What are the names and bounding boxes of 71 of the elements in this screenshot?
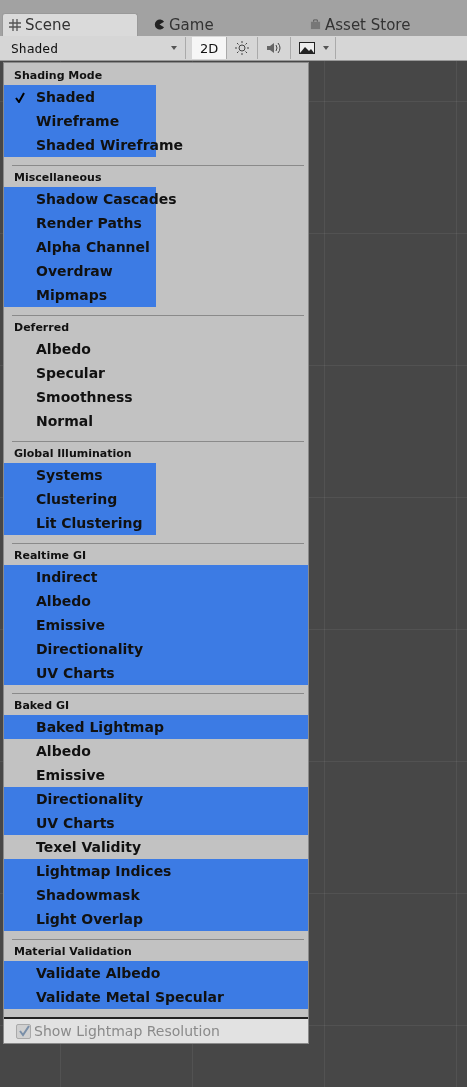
tab[interactable]: Asset Store xyxy=(274,13,454,36)
menu-item[interactable]: UV Charts xyxy=(4,811,308,835)
menu-item-label: Specular xyxy=(36,365,105,381)
draw-mode-dropdown[interactable]: Shaded xyxy=(0,37,186,59)
menu-item-label: Shaded xyxy=(36,89,96,105)
option-label: Show Lightmap Resolution xyxy=(34,1023,220,1039)
menu-item[interactable]: Emissive xyxy=(4,613,308,637)
menu-item-label: Overdraw xyxy=(36,263,113,279)
menu-item[interactable]: Directionality xyxy=(4,637,308,661)
menu-item-label: UV Charts xyxy=(36,815,115,831)
menu-item-label: Light Overlap xyxy=(36,911,143,927)
menu-item-label: Render Paths xyxy=(36,215,142,231)
menu-item-label: Albedo xyxy=(36,341,91,357)
menu-item[interactable]: Shadowmask xyxy=(4,883,308,907)
menu-item[interactable]: Emissive xyxy=(4,763,308,787)
section-heading: Global Illumination xyxy=(13,446,133,462)
section-heading: Deferred xyxy=(13,320,71,336)
menu-item[interactable]: Light Overlap xyxy=(4,907,308,931)
menu-item-label: Texel Validity xyxy=(36,839,142,855)
menu-item-label: Albedo xyxy=(36,593,91,609)
menu-item-label: Lit Clustering xyxy=(36,515,143,531)
caret-icon xyxy=(171,46,177,50)
bag-icon xyxy=(310,19,321,30)
2d-toggle[interactable]: 2D xyxy=(192,37,228,59)
caret-icon xyxy=(323,46,330,50)
menu-item-label: Mipmaps xyxy=(36,287,108,303)
menu-item[interactable]: Validate Albedo xyxy=(4,961,308,985)
pacman-icon xyxy=(154,19,165,30)
menu-item[interactable]: Baked Lightmap xyxy=(4,715,308,739)
menu-item[interactable]: Smoothness xyxy=(4,385,308,409)
menu-item-label: UV Charts xyxy=(36,665,115,681)
menu-item-label: Directionality xyxy=(36,791,144,807)
menu-item-label: Alpha Channel xyxy=(36,239,150,255)
menu-item-label: Validate Metal Specular xyxy=(36,989,224,1005)
section-heading: Baked GI xyxy=(13,698,71,714)
menu-item-label: Baked Lightmap xyxy=(36,719,164,735)
menu-item-label: Smoothness xyxy=(36,389,133,405)
menu-item[interactable]: Validate Metal Specular xyxy=(4,985,308,1009)
menu-item-label: Lightmap Indices xyxy=(36,863,172,879)
checkmark-icon xyxy=(17,1025,30,1037)
section-heading: Miscellaneous xyxy=(13,170,103,186)
menu-item-label: Wireframe xyxy=(36,113,120,129)
tab[interactable]: Game xyxy=(138,13,274,36)
menu-item-label: Albedo xyxy=(36,743,91,759)
menu-item[interactable]: Albedo xyxy=(4,589,308,613)
menu-item[interactable]: UV Charts xyxy=(4,661,308,685)
menu-item[interactable]: Directionality xyxy=(4,787,308,811)
menu-item[interactable]: Specular xyxy=(4,361,308,385)
tab[interactable]: Scene xyxy=(2,13,138,36)
menu-item-label: Indirect xyxy=(36,569,98,585)
speaker-icon xyxy=(266,41,283,55)
section-heading: Shading Mode xyxy=(13,68,104,84)
menu-item[interactable]: Lightmap Indices xyxy=(4,859,308,883)
grid-icon xyxy=(9,19,21,31)
menu-item-label: Directionality xyxy=(36,641,144,657)
image-icon xyxy=(299,42,316,54)
menu-item-label: Clustering xyxy=(36,491,118,507)
menu-item[interactable]: Normal xyxy=(4,409,308,433)
menu-item[interactable]: Albedo xyxy=(4,739,308,763)
section-heading: Material Validation xyxy=(13,944,133,960)
menu-item-label: Normal xyxy=(36,413,94,429)
menu-item[interactable]: Indirect xyxy=(4,565,308,589)
section-heading: Realtime GI xyxy=(13,548,88,564)
menu-item-label: Systems xyxy=(36,467,103,483)
menu-item-label: Emissive xyxy=(36,617,106,633)
menu-item[interactable]: Albedo xyxy=(4,337,308,361)
menu-item[interactable]: Texel Validity xyxy=(4,835,308,859)
sun-icon xyxy=(235,41,250,55)
menu-item-label: Validate Albedo xyxy=(36,965,161,981)
menu-item-label: Emissive xyxy=(36,767,106,783)
menu-item-label: Shadowmask xyxy=(36,887,140,903)
